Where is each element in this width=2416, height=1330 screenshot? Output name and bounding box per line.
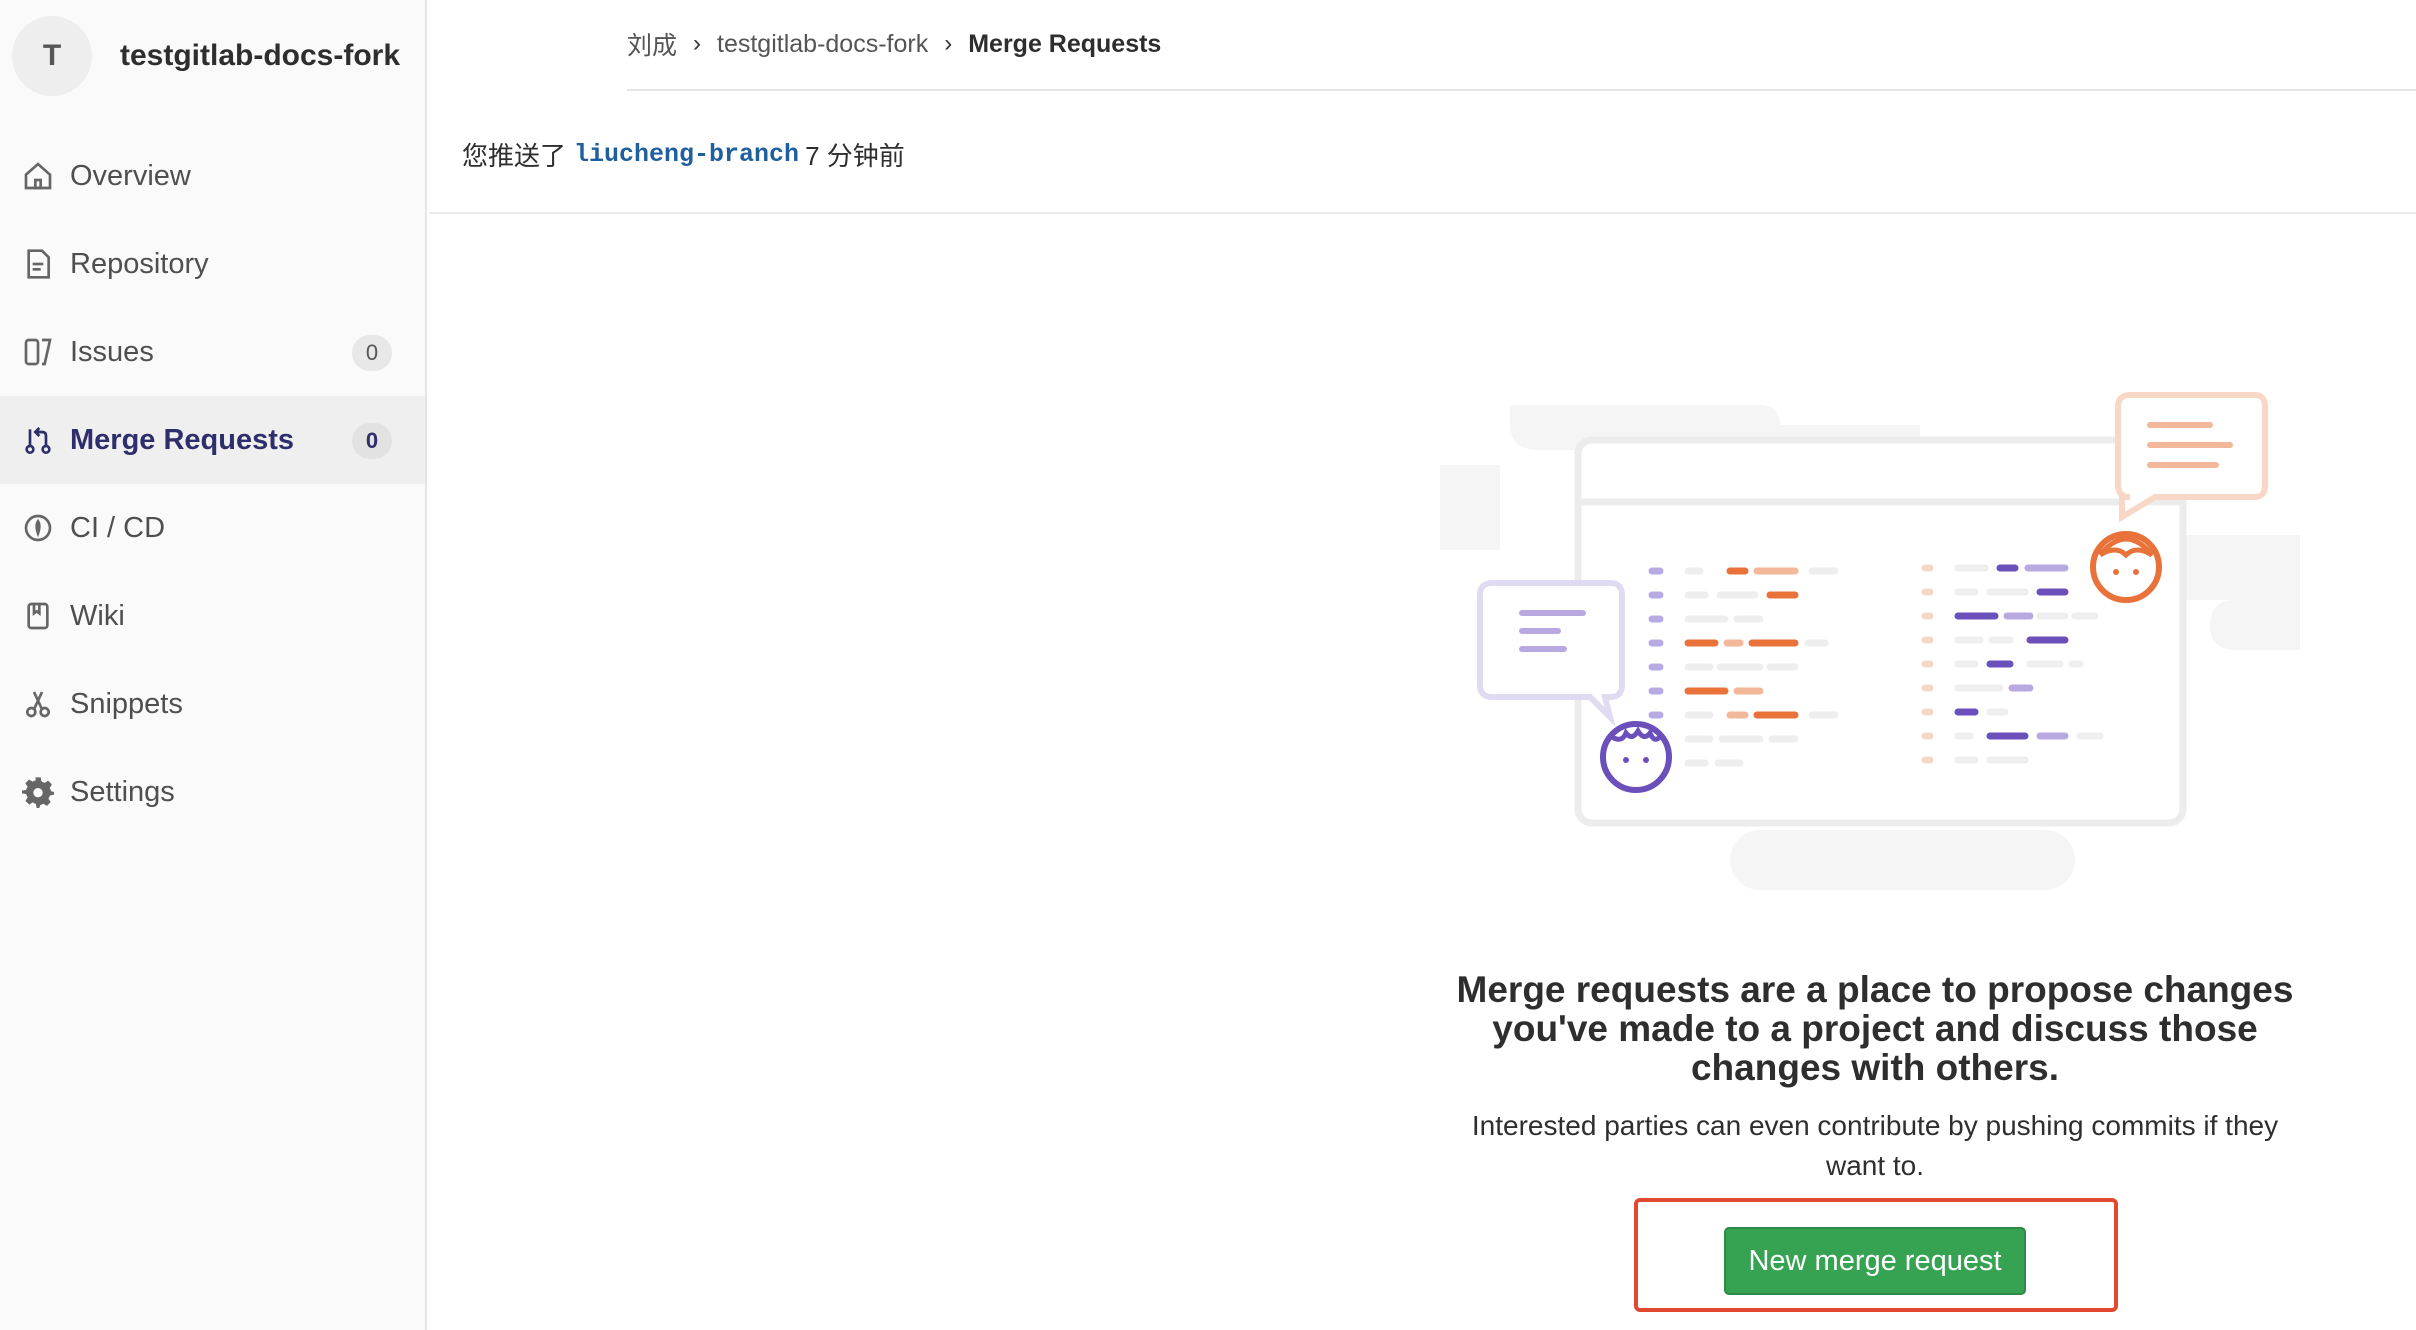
merge-requests-illustration [1440,392,2300,890]
issues-icon [20,334,56,370]
chevron-right-icon: › [693,30,702,57]
sidebar-item-wiki[interactable]: Wiki [0,572,425,660]
breadcrumb-current[interactable]: Merge Requests [968,30,1161,59]
merge-request-icon [20,422,56,458]
gear-icon [20,774,56,810]
book-icon [20,598,56,634]
sidebar-item-label: Wiki [70,599,125,632]
sidebar-nav: Overview Repository Issues 0 Merge Reque… [0,132,425,836]
home-icon [20,158,56,194]
breadcrumb-user[interactable]: 刘成 [627,26,677,62]
sidebar-item-snippets[interactable]: Snippets [0,660,425,748]
sidebar-item-label: Snippets [70,687,183,720]
sidebar-item-overview[interactable]: Overview [0,132,425,220]
project-name[interactable]: testgitlab-docs-fork [120,39,400,73]
sidebar-item-label: Merge Requests [70,423,295,456]
sidebar-item-label: Overview [70,159,191,192]
empty-state-title: Merge requests are a place to propose ch… [1456,969,2294,1088]
document-icon [20,246,56,282]
push-notice-prefix: 您推送了 [462,141,567,171]
sidebar-item-ci-cd[interactable]: CI / CD [0,484,425,572]
sidebar-item-label: Repository [70,247,209,280]
breadcrumb-project[interactable]: testgitlab-docs-fork [717,30,928,59]
sidebar-item-label: CI / CD [70,511,166,544]
push-notice: 您推送了 liucheng-branch 7 分钟前 [462,136,905,173]
breadcrumb: 刘成 › testgitlab-docs-fork › Merge Reques… [627,26,1161,62]
scissors-icon [20,686,56,722]
project-avatar[interactable]: T [12,16,92,96]
new-merge-request-button[interactable]: New merge request [1724,1227,2026,1295]
empty-state-description: Interested parties can even contribute b… [1471,1110,2279,1181]
sidebar-item-settings[interactable]: Settings [0,748,425,836]
sidebar: T testgitlab-docs-fork Overview Reposito… [0,0,427,1330]
sidebar-item-label: Settings [70,775,175,808]
sidebar-item-merge-requests[interactable]: Merge Requests 0 [0,396,425,484]
branch-link[interactable]: liucheng-branch [574,140,799,169]
chevron-right-icon: › [944,30,953,57]
merge-requests-count-badge: 0 [352,423,392,459]
sidebar-item-issues[interactable]: Issues 0 [0,308,425,396]
project-header[interactable]: T testgitlab-docs-fork [12,16,412,96]
sidebar-item-repository[interactable]: Repository [0,220,425,308]
push-notice-time: 7 分钟前 [805,141,905,171]
divider [429,212,2416,214]
divider [627,89,2416,91]
rocket-icon [20,510,56,546]
issues-count-badge: 0 [352,335,392,371]
sidebar-item-label: Issues [70,335,154,368]
